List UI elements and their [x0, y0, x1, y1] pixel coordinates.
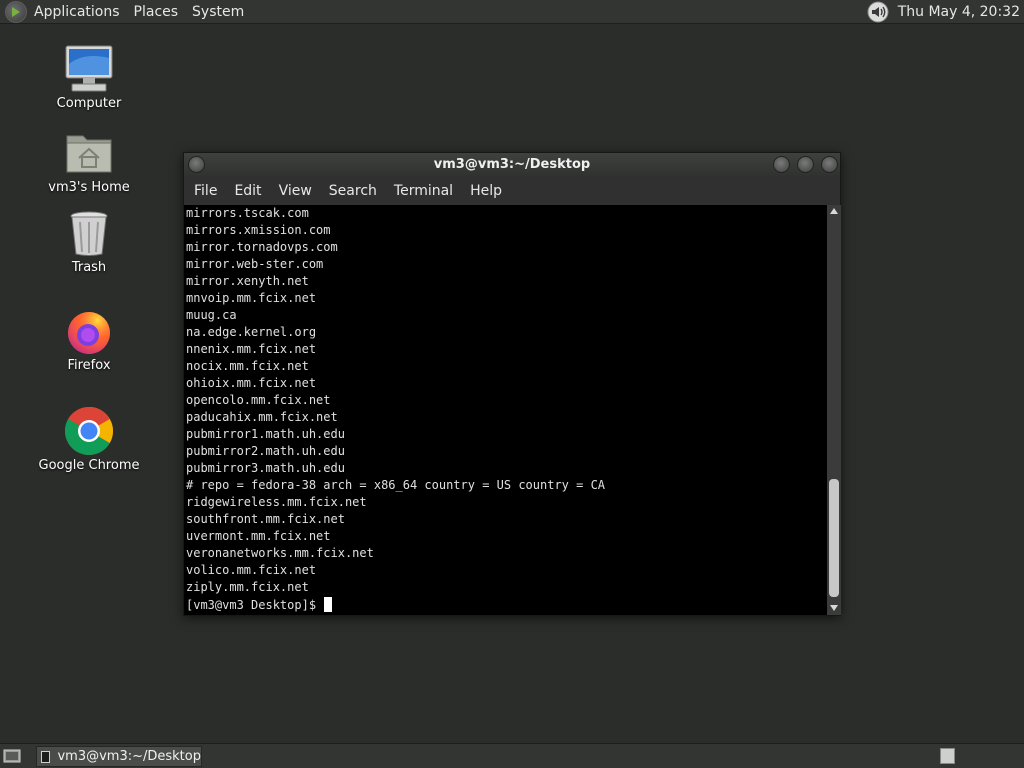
window-title: vm3@vm3:~/Desktop — [433, 157, 591, 172]
menu-search[interactable]: Search — [323, 183, 383, 199]
terminal-line: na.edge.kernel.org — [186, 325, 317, 339]
home-folder-icon — [64, 128, 114, 178]
desktop-icon-label: Google Chrome — [38, 458, 140, 473]
system-tray: Thu May 4, 20:32 — [867, 0, 1024, 24]
terminal-output[interactable]: mirrors.tscak.com mirrors.xmission.com mir… — [184, 205, 827, 615]
menu-help[interactable]: Help — [464, 183, 508, 199]
terminal-line: southfront.mm.fcix.net — [186, 512, 345, 526]
text-cursor — [324, 597, 333, 612]
window-titlebar[interactable]: vm3@vm3:~/Desktop — [184, 153, 840, 176]
menu-view[interactable]: View — [273, 183, 318, 199]
applications-menu[interactable]: Applications — [34, 4, 126, 20]
system-menu[interactable]: System — [192, 4, 250, 20]
scrollbar-thumb[interactable] — [829, 479, 839, 597]
distro-logo-icon[interactable] — [5, 0, 27, 23]
prompt-line[interactable]: [vm3@vm3 Desktop]$ — [186, 596, 827, 613]
terminal-line: volico.mm.fcix.net — [186, 563, 317, 577]
desktop-icon-computer[interactable]: Computer — [34, 44, 144, 111]
terminal-line: muug.ca — [186, 308, 237, 322]
terminal-line: uvermont.mm.fcix.net — [186, 529, 331, 543]
terminal-line: mnvoip.mm.fcix.net — [186, 291, 317, 305]
terminal-line: ridgewireless.mm.fcix.net — [186, 495, 367, 509]
minimize-button[interactable] — [773, 156, 790, 173]
taskbar-button-terminal[interactable]: vm3@vm3:~/Desktop — [36, 746, 202, 767]
volume-icon[interactable] — [867, 1, 889, 23]
top-panel: Applications Places System Thu May 4, 20… — [0, 0, 1024, 24]
taskbar-button-label: vm3@vm3:~/Desktop — [57, 749, 201, 764]
places-menu[interactable]: Places — [134, 4, 185, 20]
close-button[interactable] — [821, 156, 838, 173]
clock[interactable]: Thu May 4, 20:32 — [898, 4, 1020, 20]
computer-icon — [64, 44, 114, 94]
desktop-icon-firefox[interactable]: Firefox — [34, 306, 144, 373]
window-menu-button[interactable] — [188, 156, 205, 173]
desktop-icon-home[interactable]: vm3's Home — [34, 128, 144, 195]
desktop-icon-chrome[interactable]: Google Chrome — [34, 406, 144, 473]
terminal-line: mirror.xenyth.net — [186, 274, 309, 288]
terminal-line: # repo = fedora-38 arch = x86_64 country… — [186, 478, 606, 492]
shell-prompt: [vm3@vm3 Desktop]$ — [186, 597, 324, 612]
desktop-icon-trash[interactable]: Trash — [34, 208, 144, 275]
terminal-line: paducahix.mm.fcix.net — [186, 410, 338, 424]
terminal-line: mirrors.xmission.com — [186, 223, 331, 237]
desktop-icon-label: Firefox — [67, 358, 111, 373]
terminal-line: nocix.mm.fcix.net — [186, 359, 309, 373]
terminal-line: ohioix.mm.fcix.net — [186, 376, 317, 390]
show-desktop-icon[interactable] — [3, 748, 21, 764]
desktop-icon-label: vm3's Home — [48, 180, 130, 195]
terminal-line: mirror.web-ster.com — [186, 257, 324, 271]
terminal-line: pubmirror3.math.uh.edu — [186, 461, 345, 475]
terminal-line: pubmirror1.math.uh.edu — [186, 427, 345, 441]
terminal-icon — [41, 750, 51, 763]
menu-terminal[interactable]: Terminal — [388, 183, 459, 199]
bottom-panel: vm3@vm3:~/Desktop — [0, 743, 1024, 768]
terminal-menubar: File Edit View Search Terminal Help — [184, 176, 840, 205]
chrome-icon — [64, 406, 114, 456]
terminal-line: mirror.tornadovps.com — [186, 240, 338, 254]
firefox-icon — [64, 306, 114, 356]
terminal-line: veronanetworks.mm.fcix.net — [186, 546, 374, 560]
terminal-line: pubmirror2.math.uh.edu — [186, 444, 345, 458]
terminal-window[interactable]: vm3@vm3:~/Desktop File Edit View Search … — [183, 152, 841, 616]
terminal-line: opencolo.mm.fcix.net — [186, 393, 331, 407]
terminal-lines: mirrors.tscak.com mirrors.xmission.com mir… — [186, 205, 827, 596]
trash-icon — [64, 208, 114, 258]
menu-file[interactable]: File — [188, 183, 223, 199]
desktop-icon-label: Trash — [71, 260, 107, 275]
menu-edit[interactable]: Edit — [228, 183, 267, 199]
workspace-switcher[interactable] — [940, 748, 955, 764]
desktop-icon-label: Computer — [56, 96, 122, 111]
terminal-line: nnenix.mm.fcix.net — [186, 342, 317, 356]
scroll-up-arrow-icon[interactable] — [830, 208, 838, 214]
maximize-button[interactable] — [797, 156, 814, 173]
terminal-line: mirrors.tscak.com — [186, 206, 309, 220]
terminal-line: ziply.mm.fcix.net — [186, 580, 309, 594]
terminal-scrollbar[interactable] — [827, 205, 841, 615]
scroll-down-arrow-icon[interactable] — [830, 605, 838, 611]
